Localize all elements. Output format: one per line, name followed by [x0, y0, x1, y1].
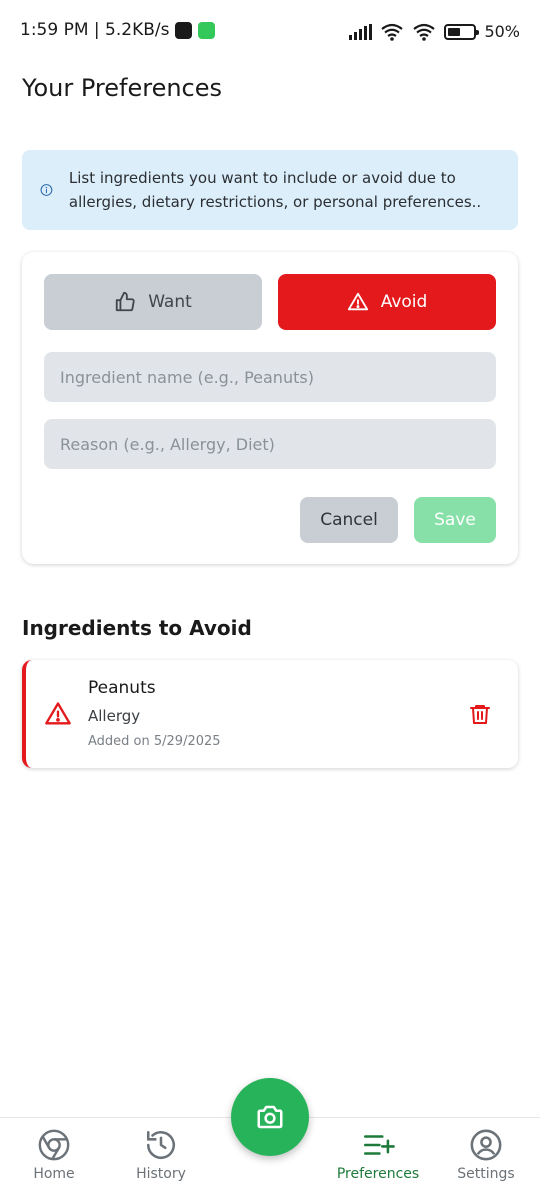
nav-preferences-label: Preferences: [336, 1166, 420, 1182]
ingredient-name: Peanuts: [88, 678, 156, 698]
camera-button[interactable]: [231, 1078, 309, 1156]
info-icon: [40, 184, 53, 196]
ingredient-name-input[interactable]: [44, 352, 496, 402]
want-button[interactable]: Want: [44, 274, 262, 330]
camera-icon: [257, 1105, 283, 1129]
avoid-section-title: Ingredients to Avoid: [22, 616, 252, 640]
status-bar: 1:59 PM | 5.2KB/s 50%: [0, 0, 540, 64]
nav-history[interactable]: History: [111, 1128, 211, 1182]
nav-home[interactable]: Home: [4, 1128, 104, 1182]
list-plus-icon: [363, 1135, 395, 1155]
user-circle-icon: [470, 1129, 502, 1161]
thumbs-up-icon: [116, 291, 135, 312]
save-button[interactable]: Save: [414, 497, 496, 543]
avoid-label: Avoid: [380, 292, 428, 312]
want-label: Want: [148, 292, 192, 312]
nav-settings[interactable]: Settings: [436, 1128, 536, 1182]
nav-home-label: Home: [33, 1166, 75, 1182]
chrome-icon: [38, 1129, 70, 1161]
history-icon: [146, 1130, 176, 1160]
signal-icon: [349, 23, 373, 40]
info-banner: List ingredients you want to include or …: [22, 150, 518, 230]
reason-input[interactable]: [44, 419, 496, 469]
info-text: List ingredients you want to include or …: [68, 169, 482, 211]
avoid-button[interactable]: Avoid: [278, 274, 496, 330]
page-title: Your Preferences: [22, 74, 223, 102]
trash-icon[interactable]: [468, 702, 492, 726]
wifi-icon: [413, 23, 436, 41]
list-item: Peanuts Allergy Added on 5/29/2025: [22, 660, 518, 768]
warning-icon: [347, 292, 368, 311]
nav-preferences[interactable]: Preferences: [328, 1128, 428, 1182]
nav-history-label: History: [136, 1166, 186, 1182]
nav-settings-label: Settings: [457, 1166, 515, 1182]
app-notification-icon: [198, 21, 216, 39]
preference-form: Want Avoid Cancel Save: [22, 252, 518, 564]
wifi-icon: [381, 23, 404, 41]
battery-icon: [444, 23, 480, 40]
ingredient-added-date: Added on 5/29/2025: [88, 734, 221, 749]
status-left: 1:59 PM | 5.2KB/s: [20, 20, 216, 40]
status-time: 1:59 PM | 5.2KB/s: [20, 20, 170, 40]
battery-percent: 50%: [484, 22, 520, 41]
ingredient-reason: Allergy: [88, 707, 141, 725]
warning-icon: [45, 702, 71, 725]
app-notification-icon: [175, 21, 193, 39]
cancel-button[interactable]: Cancel: [300, 497, 398, 543]
status-right: 50%: [348, 22, 520, 41]
